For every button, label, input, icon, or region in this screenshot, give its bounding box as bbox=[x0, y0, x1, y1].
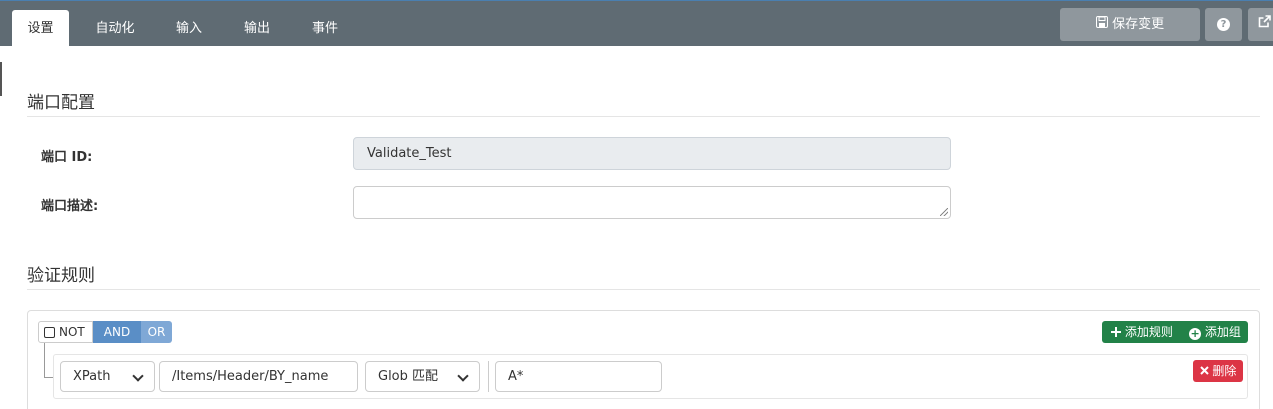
section-divider bbox=[27, 116, 1260, 117]
resize-handle-icon[interactable] bbox=[940, 208, 948, 216]
floppy-disk-icon bbox=[1095, 8, 1108, 41]
tab-events[interactable]: 事件 bbox=[299, 10, 351, 47]
left-edge-divider bbox=[0, 62, 2, 96]
rule-type-value: XPath bbox=[73, 369, 111, 384]
rule-path-value: /Items/Header/BY_name bbox=[172, 369, 329, 384]
or-condition-button[interactable]: OR bbox=[141, 321, 172, 343]
delete-rule-label: 删除 bbox=[1212, 364, 1237, 378]
question-circle-icon: ? bbox=[1217, 18, 1230, 31]
validation-rules-heading: 验证规则 bbox=[27, 266, 95, 286]
rule-type-select[interactable]: XPath bbox=[60, 361, 155, 392]
not-toggle[interactable]: NOT bbox=[38, 321, 93, 343]
external-link-icon bbox=[1258, 8, 1271, 41]
add-rule-label: 添加规则 bbox=[1124, 325, 1173, 339]
add-rule-button[interactable]: 添加规则 bbox=[1102, 321, 1182, 343]
save-changes-button[interactable]: 保存变更 bbox=[1060, 8, 1200, 41]
rule-pattern-value: A* bbox=[508, 369, 524, 384]
open-external-button[interactable] bbox=[1248, 8, 1273, 41]
tab-input[interactable]: 输入 bbox=[163, 10, 215, 47]
not-label: NOT bbox=[59, 325, 85, 339]
field-separator bbox=[488, 361, 489, 392]
chevron-down-icon bbox=[132, 370, 144, 382]
add-group-label: 添加组 bbox=[1204, 325, 1241, 339]
tab-output[interactable]: 输出 bbox=[231, 10, 283, 47]
save-changes-label: 保存变更 bbox=[1112, 17, 1165, 32]
tab-settings[interactable]: 设置 bbox=[12, 10, 69, 47]
port-config-heading: 端口配置 bbox=[27, 93, 95, 113]
port-description-textarea[interactable] bbox=[353, 186, 951, 219]
plus-icon bbox=[1111, 322, 1122, 344]
help-button[interactable]: ? bbox=[1205, 8, 1242, 41]
tree-connector-line bbox=[44, 343, 45, 377]
chevron-down-icon bbox=[457, 370, 469, 382]
rule-path-input[interactable]: /Items/Header/BY_name bbox=[159, 361, 358, 392]
rule-operator-select[interactable]: Glob 匹配 bbox=[365, 361, 480, 392]
section-divider bbox=[27, 289, 1260, 290]
and-condition-button[interactable]: AND bbox=[93, 321, 141, 343]
top-nav-bar: 设置 自动化 输入 输出 事件 保存变更 ? bbox=[0, 0, 1273, 47]
add-group-button[interactable]: + 添加组 bbox=[1182, 321, 1248, 343]
delete-rule-button[interactable]: 删除 bbox=[1193, 360, 1243, 382]
not-checkbox[interactable] bbox=[44, 327, 55, 338]
tab-automation[interactable]: 自动化 bbox=[82, 10, 148, 47]
plus-circle-icon: + bbox=[1189, 327, 1202, 340]
rule-pattern-input[interactable]: A* bbox=[495, 361, 662, 392]
close-icon bbox=[1199, 360, 1209, 382]
port-id-label: 端口 ID: bbox=[41, 150, 93, 165]
port-description-label: 端口描述: bbox=[41, 199, 99, 214]
rule-operator-value: Glob 匹配 bbox=[378, 369, 439, 384]
port-id-input[interactable]: Validate_Test bbox=[353, 137, 951, 170]
